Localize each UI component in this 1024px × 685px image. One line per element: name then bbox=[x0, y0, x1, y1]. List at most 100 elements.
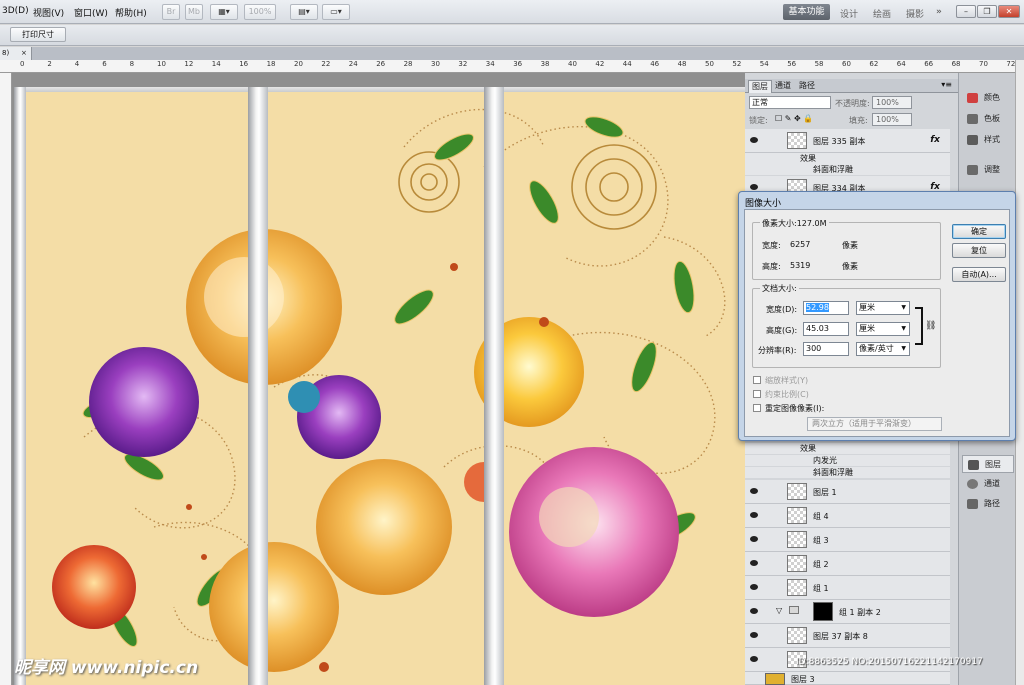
visibility-eye-icon[interactable] bbox=[750, 584, 758, 590]
lock-icons[interactable]: ☐ ✎ ✥ 🔒 bbox=[775, 114, 813, 123]
dialog-title: 图像大小 bbox=[745, 199, 782, 209]
paths-icon bbox=[967, 499, 978, 509]
effect-inner-glow-row[interactable]: 内发光 bbox=[745, 455, 950, 466]
workspace-more-icon[interactable]: » bbox=[936, 7, 942, 17]
height-input[interactable]: 45.03 bbox=[803, 322, 849, 336]
ruler-label: 8 bbox=[129, 60, 135, 68]
tab-layers[interactable]: 图层 bbox=[748, 80, 772, 93]
menu-3d[interactable]: 3D(D) bbox=[2, 6, 29, 16]
frame-top-rail bbox=[24, 87, 745, 92]
layers-panel-button[interactable]: 图层 bbox=[962, 455, 1014, 473]
effect-bevel-row[interactable]: 斜面和浮雕 bbox=[745, 164, 950, 175]
visibility-eye-icon[interactable] bbox=[750, 137, 758, 143]
workspace-photography[interactable]: 摄影 bbox=[906, 7, 924, 20]
layer-row[interactable]: 组 4 bbox=[745, 504, 950, 528]
layer-group-row[interactable]: ▽ 组 1 副本 2 bbox=[745, 600, 950, 624]
menu-bar: 3D(D) 视图(V) 窗口(W) 帮助(H) Br Mb ▦▾ 100% ▤▾… bbox=[0, 0, 1024, 24]
panel-menu-icon[interactable]: ▾≡ bbox=[941, 80, 952, 89]
blend-mode-select[interactable]: 正常 bbox=[749, 96, 831, 109]
layer-row[interactable]: 组 2 bbox=[745, 552, 950, 576]
zoom-level[interactable]: 100% bbox=[244, 4, 276, 20]
layer-row[interactable]: 组 3 bbox=[745, 528, 950, 552]
width-input[interactable]: 52.98 bbox=[803, 301, 849, 315]
swatches-panel-label: 色板 bbox=[984, 114, 1000, 123]
constrain-proportions-checkbox[interactable] bbox=[753, 390, 761, 398]
screen-mode-button[interactable]: ▭▾ bbox=[322, 4, 350, 20]
width-label: 宽度(D): bbox=[766, 305, 798, 314]
layer-row[interactable]: 图层 37 副本 8 bbox=[745, 624, 950, 648]
swatches-icon bbox=[967, 114, 978, 124]
color-icon bbox=[967, 93, 978, 103]
resample-checkbox[interactable] bbox=[753, 404, 761, 412]
layer-row[interactable]: 图层 1 bbox=[745, 480, 950, 504]
layer-row[interactable]: 组 1 bbox=[745, 576, 950, 600]
swatches-panel-button[interactable]: 色板 bbox=[962, 110, 1014, 128]
menu-window[interactable]: 窗口(W) bbox=[74, 6, 108, 19]
zoom-value: 100% bbox=[248, 7, 272, 16]
workspace-painting[interactable]: 绘画 bbox=[873, 7, 891, 20]
adjustments-panel-label: 调整 bbox=[984, 165, 1000, 174]
visibility-eye-icon[interactable] bbox=[750, 512, 758, 518]
color-panel-button[interactable]: 颜色 bbox=[962, 89, 1014, 107]
document-canvas[interactable] bbox=[12, 73, 745, 685]
layer-row[interactable]: 图层 3 bbox=[745, 672, 950, 685]
effect-bevel-label: 斜面和浮雕 bbox=[813, 468, 853, 477]
ruler-label: 62 bbox=[869, 60, 879, 68]
close-icon[interactable]: ✕ bbox=[998, 5, 1020, 18]
resample-label: 重定图像像素(I): bbox=[765, 404, 825, 413]
effect-bevel-row[interactable]: 斜面和浮雕 bbox=[745, 467, 950, 478]
restore-icon[interactable]: ❐ bbox=[977, 5, 997, 18]
resolution-unit-select[interactable]: 像素/英寸 bbox=[856, 342, 910, 356]
window-scrollbar[interactable] bbox=[1015, 60, 1024, 685]
artboard bbox=[24, 87, 745, 685]
tab-paths[interactable]: 路径 bbox=[796, 80, 818, 93]
ruler-label: 26 bbox=[376, 60, 386, 68]
view-extras-button[interactable]: ▦▾ bbox=[210, 4, 238, 20]
auto-button[interactable]: 自动(A)... bbox=[952, 267, 1006, 282]
ok-button[interactable]: 确定 bbox=[952, 224, 1006, 239]
arrange-documents-button[interactable]: ▤▾ bbox=[290, 4, 318, 20]
pixel-width-unit: 像素 bbox=[842, 241, 858, 250]
ruler-label: 38 bbox=[540, 60, 550, 68]
resolution-input[interactable]: 300 bbox=[803, 342, 849, 356]
ruler-label: 32 bbox=[458, 60, 468, 68]
width-unit-select[interactable]: 厘米 bbox=[856, 301, 910, 315]
effect-inner-glow-label: 内发光 bbox=[813, 456, 837, 465]
fx-icon[interactable]: fx bbox=[930, 135, 940, 145]
visibility-eye-icon[interactable] bbox=[750, 536, 758, 542]
adjustments-panel-button[interactable]: 调整 bbox=[962, 161, 1014, 179]
menu-help[interactable]: 帮助(H) bbox=[115, 6, 147, 19]
menu-view[interactable]: 视图(V) bbox=[33, 6, 64, 19]
ruler-label: 68 bbox=[951, 60, 961, 68]
fill-field[interactable]: 100% bbox=[872, 113, 912, 126]
scale-styles-checkbox[interactable] bbox=[753, 376, 761, 384]
styles-panel-button[interactable]: 样式 bbox=[962, 131, 1014, 149]
document-tab-close-icon[interactable]: × bbox=[21, 47, 27, 59]
layer-row[interactable]: 图层 335 副本 fx bbox=[745, 129, 950, 153]
pixel-size-label: 像素大小:127.0M bbox=[760, 218, 829, 229]
ruler-label: 58 bbox=[814, 60, 824, 68]
opacity-field[interactable]: 100% bbox=[872, 96, 912, 109]
document-tab[interactable]: 8) × bbox=[0, 47, 32, 60]
visibility-eye-icon[interactable] bbox=[750, 560, 758, 566]
visibility-eye-icon[interactable] bbox=[750, 608, 758, 614]
layer-name: 组 2 bbox=[813, 560, 829, 569]
reset-button[interactable]: 复位 bbox=[952, 243, 1006, 258]
minibridge-icon[interactable]: Mb bbox=[185, 4, 203, 20]
height-unit-select[interactable]: 厘米 bbox=[856, 322, 910, 336]
ruler-label: 6 bbox=[102, 60, 107, 68]
minimize-icon[interactable]: – bbox=[956, 5, 976, 18]
tab-channels[interactable]: 通道 bbox=[772, 80, 794, 93]
paths-panel-button[interactable]: 路径 bbox=[962, 495, 1014, 513]
resample-method-select[interactable]: 两次立方（适用于平滑渐变） bbox=[807, 417, 942, 431]
visibility-eye-icon[interactable] bbox=[750, 184, 758, 190]
visibility-eye-icon[interactable] bbox=[750, 632, 758, 638]
visibility-eye-icon[interactable] bbox=[750, 656, 758, 662]
print-size-button[interactable]: 打印尺寸 bbox=[10, 27, 66, 42]
visibility-eye-icon[interactable] bbox=[750, 488, 758, 494]
workspace-essentials[interactable]: 基本功能 bbox=[783, 4, 830, 20]
workspace-design[interactable]: 设计 bbox=[840, 7, 858, 20]
channels-panel-button[interactable]: 通道 bbox=[962, 475, 1014, 493]
group-expand-chevron-icon[interactable]: ▽ bbox=[776, 606, 782, 615]
bridge-icon[interactable]: Br bbox=[162, 4, 180, 20]
